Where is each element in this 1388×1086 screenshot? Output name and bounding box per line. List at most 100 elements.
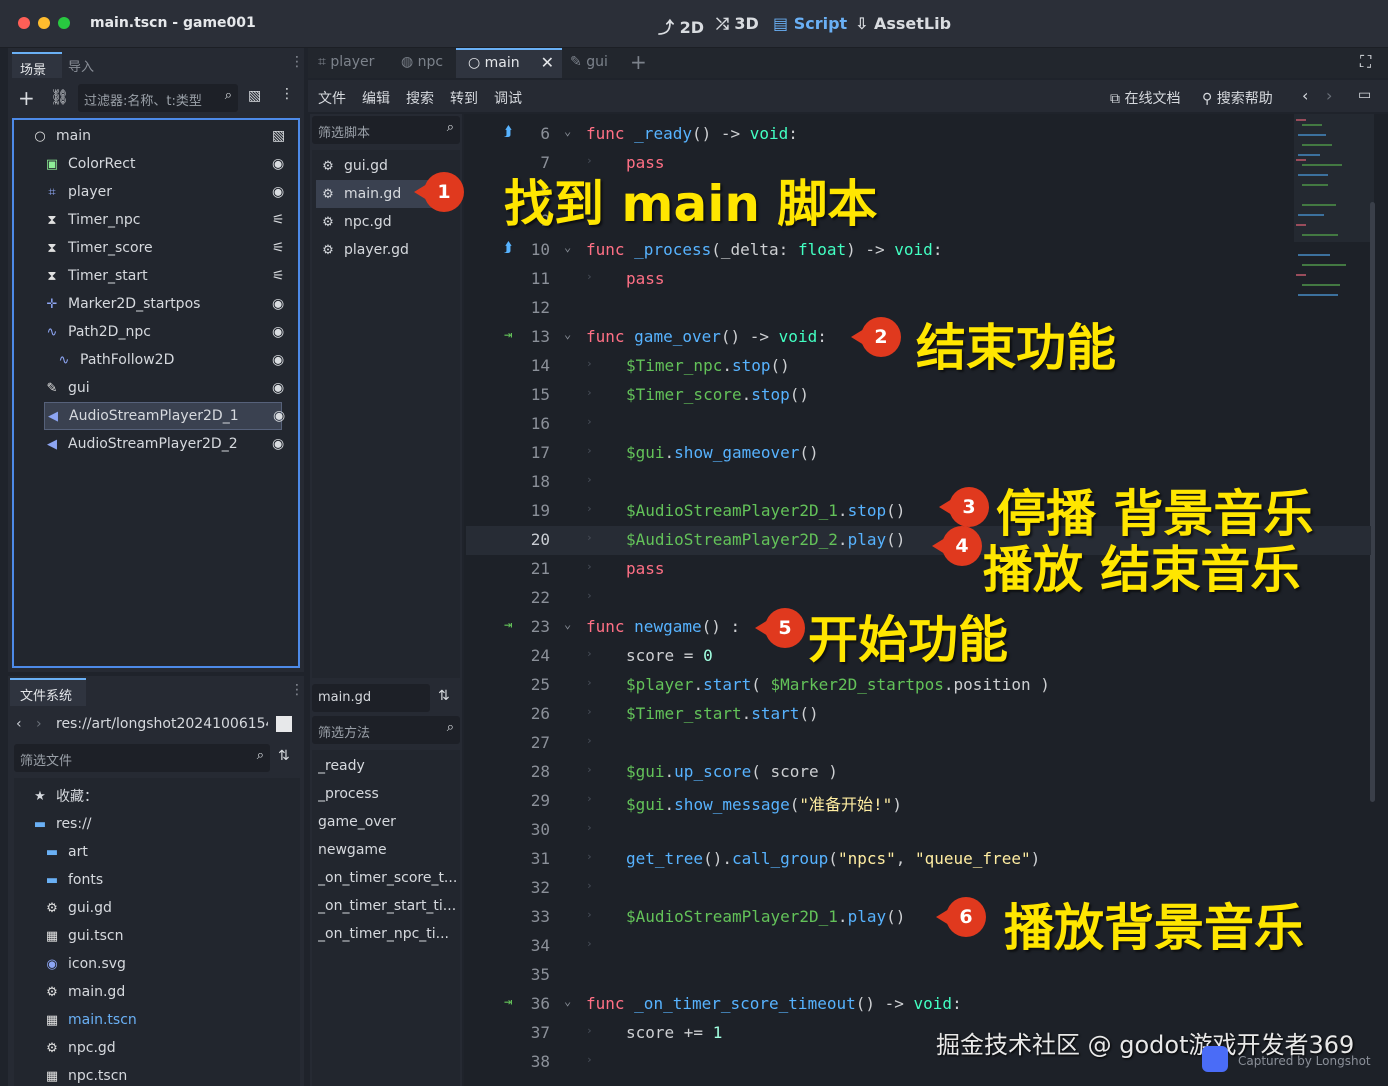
override-icon[interactable]: ⮭ bbox=[504, 124, 512, 140]
method-item[interactable]: _ready bbox=[318, 752, 458, 780]
close-window-button[interactable] bbox=[18, 17, 30, 29]
menu-item[interactable]: 编辑 bbox=[362, 88, 390, 108]
visibility-icon[interactable]: ◉ bbox=[273, 408, 285, 424]
method-filter-input[interactable]: 筛选方法 ⌕ bbox=[312, 716, 460, 744]
code-line[interactable]: 17 $gui.show_gameover() › bbox=[466, 439, 1371, 468]
scene-node-audiostreamplayer2d-2[interactable]: ◀ AudioStreamPlayer2D_2 ◉ bbox=[44, 430, 284, 458]
code-line[interactable]: 28 $gui.up_score( score ) › bbox=[466, 758, 1371, 787]
close-tab-icon[interactable]: ✕ bbox=[541, 53, 554, 72]
signal-connection-icon[interactable]: ⇥ bbox=[504, 327, 512, 343]
signal-connection-icon[interactable]: ⇥ bbox=[504, 617, 512, 633]
file-item[interactable]: ⚙ main.gd bbox=[44, 978, 125, 1006]
file-filter-input[interactable]: 筛选文件 ⌕ bbox=[14, 744, 270, 772]
scene-node-audiostreamplayer2d-1[interactable]: ◀ AudioStreamPlayer2D_1 ◉ bbox=[44, 402, 285, 430]
code-line[interactable]: 35 bbox=[466, 961, 1371, 990]
menu-item[interactable]: 调试 bbox=[494, 88, 522, 108]
method-item[interactable]: _on_timer_score_t... bbox=[318, 864, 458, 892]
visibility-icon[interactable]: ◉ bbox=[272, 380, 284, 396]
tab-main[interactable]: ○ main ✕ bbox=[456, 48, 562, 78]
file-item[interactable]: ▦ npc.tscn bbox=[44, 1062, 127, 1086]
visibility-icon[interactable]: ⚟ bbox=[272, 212, 285, 228]
menu-item[interactable]: 文件 bbox=[318, 88, 346, 108]
scene-node-path2d-npc[interactable]: ∿ Path2D_npc ◉ bbox=[44, 318, 285, 346]
history-forward-icon[interactable]: › bbox=[1326, 86, 1332, 105]
script-item[interactable]: ⚙ npc.gd bbox=[316, 208, 456, 236]
sort-icon[interactable]: ⇅ bbox=[278, 748, 290, 764]
method-item[interactable]: game_over bbox=[318, 808, 458, 836]
visibility-icon[interactable]: ◉ bbox=[272, 324, 284, 340]
scene-node-main[interactable]: ○ main ▧ bbox=[32, 122, 285, 150]
history-back-icon[interactable]: ‹ bbox=[1302, 86, 1308, 105]
file-item[interactable]: ▬ art bbox=[44, 838, 88, 866]
online-docs-button[interactable]: ⧉ 在线文档 bbox=[1110, 88, 1180, 108]
menu-item[interactable]: 转到 bbox=[450, 88, 478, 108]
search-help-button[interactable]: ⚲ 搜索帮助 bbox=[1202, 88, 1273, 108]
code-line[interactable]: 27 › bbox=[466, 729, 1371, 758]
code-line[interactable]: 36 ⇥ ⌄ func _on_timer_score_timeout() -> vo… bbox=[466, 990, 1371, 1019]
path-field[interactable]: res://art/longshot20241006154 bbox=[56, 716, 268, 732]
visibility-icon[interactable]: ◉ bbox=[272, 436, 284, 452]
scene-node-timer-score[interactable]: ⧗ Timer_score ⚟ bbox=[44, 234, 285, 262]
scene-menu-icon[interactable]: ⋮ bbox=[280, 86, 294, 102]
signal-connection-icon[interactable]: ⇥ bbox=[504, 994, 512, 1010]
tab-filesystem[interactable]: 文件系统 bbox=[10, 678, 86, 706]
visibility-icon[interactable]: ◉ bbox=[272, 296, 284, 312]
file-item[interactable]: ▦ gui.tscn bbox=[44, 922, 124, 950]
fold-arrow-icon[interactable]: ⌄ bbox=[564, 327, 571, 341]
code-line[interactable]: 25 $player.start( $Marker2D_startpos.posi… bbox=[466, 671, 1371, 700]
mode-2d-button[interactable]: ⤴ 2D bbox=[658, 14, 704, 38]
tab-npc[interactable]: ◍ npc bbox=[401, 54, 443, 70]
mode-assetlib-button[interactable]: ⇩ AssetLib bbox=[855, 14, 951, 33]
tab-scene[interactable]: 场景 bbox=[12, 52, 62, 78]
minimize-window-button[interactable] bbox=[38, 17, 50, 29]
visibility-icon[interactable]: ⚟ bbox=[272, 268, 285, 284]
mode-3d-button[interactable]: ⤮ 3D bbox=[716, 14, 759, 34]
forward-icon[interactable]: › bbox=[36, 716, 42, 732]
code-line[interactable]: 11 pass › bbox=[466, 265, 1371, 294]
script-item[interactable]: ⚙ player.gd bbox=[316, 236, 456, 264]
method-item[interactable]: newgame bbox=[318, 836, 458, 864]
back-icon[interactable]: ‹ bbox=[16, 716, 22, 732]
code-line[interactable]: 6 ⮭ ⌄ func _ready() -> void: bbox=[466, 120, 1371, 149]
script-filter-input[interactable]: 筛选脚本 ⌕ bbox=[312, 116, 460, 144]
dock-menu-icon[interactable]: ⋮ bbox=[290, 54, 304, 70]
fold-arrow-icon[interactable]: ⌄ bbox=[564, 124, 571, 138]
tab-import[interactable]: 导入 bbox=[68, 56, 94, 75]
code-line[interactable]: 29 $gui.show_message("准备开始!") › bbox=[466, 787, 1371, 816]
code-line[interactable]: 10 ⮭ ⌄ func _process(_delta: float) -> void… bbox=[466, 236, 1371, 265]
link-icon[interactable]: ⛓ bbox=[50, 88, 69, 106]
method-item[interactable]: _on_timer_npc_ti... bbox=[318, 920, 458, 948]
attach-script-icon[interactable]: ▧ bbox=[248, 88, 261, 104]
script-icon[interactable]: ▧ bbox=[272, 128, 285, 144]
tab-player[interactable]: ⌗ player bbox=[318, 54, 374, 70]
dock-menu-icon[interactable]: ⋮ bbox=[290, 682, 304, 698]
file-item[interactable]: ▬ res:// bbox=[32, 810, 92, 838]
split-mode-button[interactable] bbox=[276, 716, 292, 732]
code-line[interactable]: 30 › bbox=[466, 816, 1371, 845]
code-line[interactable]: 26 $Timer_start.start() › bbox=[466, 700, 1371, 729]
code-line[interactable]: 16 › bbox=[466, 410, 1371, 439]
fold-arrow-icon[interactable]: ⌄ bbox=[564, 240, 571, 254]
scene-node-pathfollow2d[interactable]: ∿ PathFollow2D ◉ bbox=[56, 346, 285, 374]
scene-node-timer-start[interactable]: ⧗ Timer_start ⚟ bbox=[44, 262, 285, 290]
distraction-free-icon[interactable]: ▭ bbox=[1358, 87, 1371, 103]
file-item[interactable]: ▬ fonts bbox=[44, 866, 103, 894]
method-item[interactable]: _process bbox=[318, 780, 458, 808]
file-item[interactable]: ⚙ npc.gd bbox=[44, 1034, 116, 1062]
fold-arrow-icon[interactable]: ⌄ bbox=[564, 994, 571, 1008]
scene-node-player[interactable]: ⌗ player ◉ bbox=[44, 178, 284, 206]
scene-node-gui[interactable]: ✎ gui ◉ bbox=[44, 374, 285, 402]
scene-filter-input[interactable]: 过滤器:名称、t:类型 ⌕ bbox=[78, 84, 238, 112]
fold-arrow-icon[interactable]: ⌄ bbox=[564, 617, 571, 631]
file-item[interactable]: ⚙ gui.gd bbox=[44, 894, 112, 922]
visibility-icon[interactable]: ◉ bbox=[272, 352, 284, 368]
file-item[interactable]: ▦ main.tscn bbox=[44, 1006, 137, 1034]
code-line[interactable]: 15 $Timer_score.stop() › bbox=[466, 381, 1371, 410]
visibility-icon[interactable]: ◉ bbox=[272, 156, 284, 172]
fullscreen-icon[interactable]: ⛶ bbox=[1360, 52, 1371, 72]
visibility-icon[interactable]: ◉ bbox=[272, 184, 284, 200]
menu-item[interactable]: 搜索 bbox=[406, 88, 434, 108]
scene-node-timer-npc[interactable]: ⧗ Timer_npc ⚟ bbox=[44, 206, 285, 234]
method-item[interactable]: _on_timer_start_ti... bbox=[318, 892, 458, 920]
visibility-icon[interactable]: ⚟ bbox=[272, 240, 285, 256]
